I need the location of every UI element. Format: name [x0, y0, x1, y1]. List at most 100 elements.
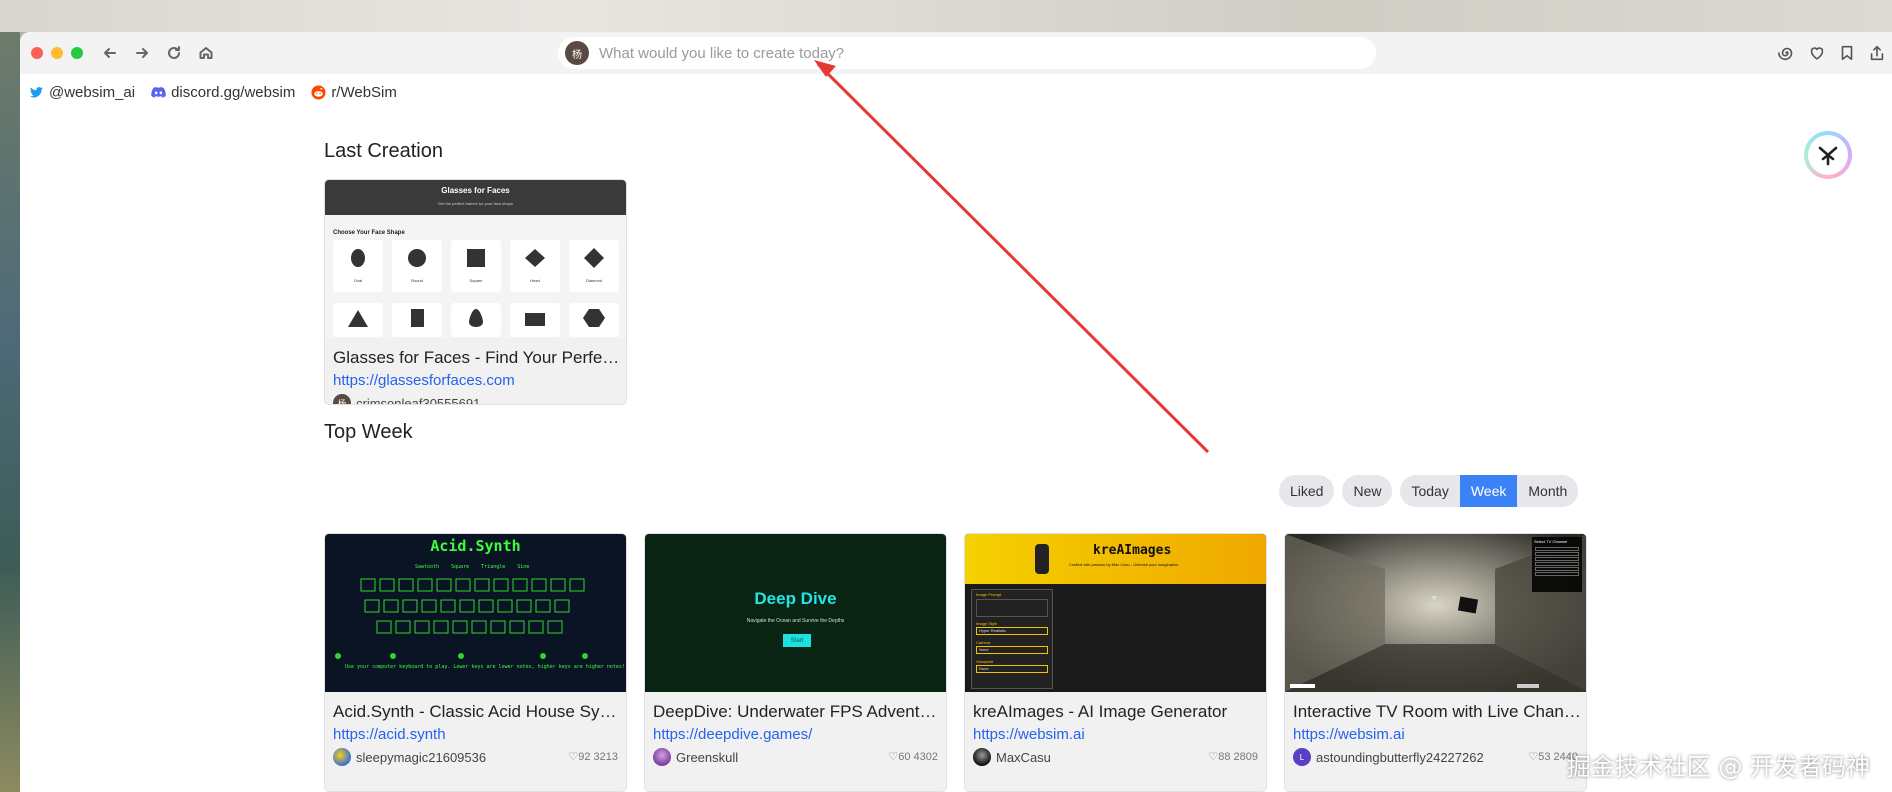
project-card[interactable]: kreAImages Crafted with passion by Max C… — [964, 533, 1267, 792]
address-bar[interactable]: 杨 — [558, 37, 1376, 69]
like-count: 60 — [898, 751, 911, 763]
card-author[interactable]: sleepymagic21609536 — [333, 748, 486, 766]
browser-actions — [1778, 32, 1886, 74]
like-count: 88 — [1218, 751, 1231, 763]
back-button[interactable] — [99, 42, 121, 64]
shape-card-rectangle — [392, 303, 442, 337]
shape-label: Square — [469, 278, 483, 283]
shape-card-square: Square — [451, 240, 501, 292]
card-title[interactable]: Interactive TV Room with Live Channels — [1293, 702, 1581, 722]
glasses-thumb-header: Glasses for Faces Get the perfect frames… — [325, 180, 626, 215]
card-author[interactable]: 杨 crimsonleaf30555691 — [333, 394, 481, 405]
card-author[interactable]: MaxCasu — [973, 748, 1051, 766]
window-controls — [31, 47, 83, 59]
close-window-button[interactable] — [31, 47, 43, 59]
view-count: 2809 — [1233, 751, 1258, 763]
author-avatar — [973, 748, 991, 766]
filter-liked-button[interactable]: Liked — [1279, 475, 1335, 507]
forward-button[interactable] — [131, 42, 153, 64]
filter-week-button[interactable]: Week — [1459, 475, 1518, 507]
acid-synth-thumbnail[interactable]: Acid.Synth Sawtooth Square Triangle Sine… — [325, 534, 626, 692]
card-title[interactable]: DeepDive: Underwater FPS Adventure — [653, 702, 941, 722]
arrow-left-icon — [104, 48, 116, 58]
reload-icon — [168, 46, 180, 59]
project-card[interactable]: Select TV Channel Interactive TV Room wi… — [1284, 533, 1587, 792]
tv-room-thumbnail[interactable]: Select TV Channel — [1285, 534, 1586, 692]
kreaimages-mascot — [1035, 544, 1049, 574]
time-range-toggle: Today Week Month — [1400, 475, 1579, 507]
card-url[interactable]: https://deepdive.games/ — [653, 726, 812, 743]
share-icon[interactable] — [1868, 44, 1886, 62]
filter-new-button[interactable]: New — [1342, 475, 1393, 507]
arrow-right-icon — [136, 48, 148, 58]
reddit-link[interactable]: r/WebSim — [311, 84, 397, 101]
desktop-wallpaper — [0, 32, 20, 792]
view-count: 3213 — [593, 751, 618, 763]
project-card[interactable]: Deep Dive Navigate the Ocean and Survive… — [644, 533, 947, 792]
kreaimages-thumb-header: kreAImages Crafted with passion by Max C… — [965, 534, 1266, 584]
shape-card-pear — [451, 303, 501, 337]
project-card[interactable]: Acid.Synth Sawtooth Square Triangle Sine… — [324, 533, 627, 792]
card-title[interactable]: Glasses for Faces - Find Your Perfect Fr… — [333, 348, 621, 368]
glasses-thumb-heading: Choose Your Face Shape — [333, 230, 405, 236]
deepdive-start-button: Start — [783, 634, 811, 647]
shape-card-oblong — [510, 303, 560, 337]
form-label: Camera — [976, 640, 991, 645]
card-stats: ♡92 3213 — [568, 751, 618, 763]
shape-card-triangle — [333, 303, 383, 337]
author-avatar: L — [1293, 748, 1311, 766]
top-week-heading: Top Week — [324, 421, 413, 443]
glasses-thumbnail[interactable]: Glasses for Faces Get the perfect frames… — [325, 180, 626, 338]
card-title[interactable]: kreAImages - AI Image Generator — [973, 702, 1261, 722]
shape-card-round: Round — [392, 240, 442, 292]
deepdive-thumbnail[interactable]: Deep Dive Navigate the Ocean and Survive… — [645, 534, 946, 692]
home-button[interactable] — [195, 42, 217, 64]
card-author[interactable]: L astoundingbutterfly24227262 — [1293, 748, 1484, 766]
last-creation-card[interactable]: Glasses for Faces Get the perfect frames… — [324, 179, 627, 405]
heart-icon[interactable] — [1808, 44, 1826, 62]
form-select: None — [976, 665, 1048, 673]
card-stats: ♡88 2809 — [1208, 751, 1258, 763]
last-creation-heading: Last Creation — [324, 140, 443, 162]
maximize-window-button[interactable] — [71, 47, 83, 59]
shape-card-oval: Oval — [333, 240, 383, 292]
discord-link[interactable]: discord.gg/websim — [151, 84, 295, 101]
reddit-label: r/WebSim — [331, 84, 397, 101]
home-icon — [199, 47, 213, 59]
twitter-link[interactable]: @websim_ai — [29, 84, 135, 101]
card-title[interactable]: Acid.Synth - Classic Acid House Synthesi… — [333, 702, 621, 722]
twitter-icon — [29, 87, 44, 98]
filter-today-button[interactable]: Today — [1400, 475, 1460, 507]
social-links: @websim_ai discord.gg/websim r/WebSim — [29, 84, 397, 101]
discord-icon — [151, 86, 166, 98]
filter-month-button[interactable]: Month — [1517, 475, 1579, 507]
author-name: crimsonleaf30555691 — [356, 395, 481, 405]
bookmark-icon[interactable] — [1838, 44, 1856, 62]
prompt-input[interactable] — [599, 44, 1299, 62]
watermark-text: 掘金技术社区 @ 开发者码神 — [1566, 753, 1870, 781]
websim-logo-button[interactable] — [1804, 131, 1852, 179]
form-label: Viewpoint — [976, 659, 994, 664]
author-name: MaxCasu — [996, 749, 1051, 765]
card-author[interactable]: Greenskull — [653, 748, 738, 766]
author-name: astoundingbutterfly24227262 — [1316, 749, 1484, 765]
channel-panel: Select TV Channel — [1532, 537, 1582, 592]
minimize-window-button[interactable] — [51, 47, 63, 59]
card-url[interactable]: https://glassesforfaces.com — [333, 372, 515, 389]
like-count: 53 — [1538, 751, 1551, 763]
card-url[interactable]: https://acid.synth — [333, 726, 446, 743]
user-avatar[interactable]: 杨 — [565, 41, 589, 65]
glasses-thumb-title: Glasses for Faces — [441, 186, 510, 195]
spiral-icon[interactable] — [1778, 44, 1796, 62]
deepdive-thumb-title: Deep Dive — [754, 589, 837, 608]
card-url[interactable]: https://websim.ai — [1293, 726, 1405, 743]
browser-toolbar: 杨 — [20, 32, 1892, 74]
reload-button[interactable] — [163, 42, 185, 64]
view-count: 4302 — [913, 751, 938, 763]
like-count: 92 — [578, 751, 591, 763]
reddit-icon — [311, 85, 326, 100]
shape-card-hexagon — [569, 303, 619, 337]
glasses-thumb-subtitle: Get the perfect frames for your face sha… — [437, 201, 514, 206]
kreaimages-thumbnail[interactable]: kreAImages Crafted with passion by Max C… — [965, 534, 1266, 692]
card-url[interactable]: https://websim.ai — [973, 726, 1085, 743]
